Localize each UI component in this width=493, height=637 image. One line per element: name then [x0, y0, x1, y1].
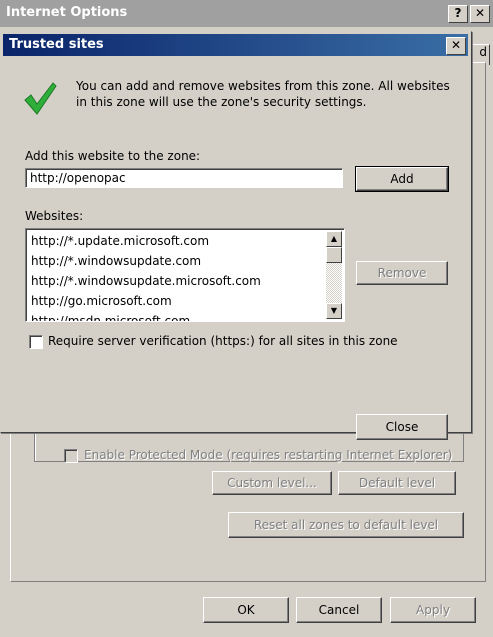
reset-all-zones-button[interactable]: Reset all zones to default level [228, 512, 464, 538]
default-level-button[interactable]: Default level [338, 471, 456, 495]
trusted-sites-close-x-button[interactable]: ✕ [446, 37, 466, 55]
list-item[interactable]: http://*.windowsupdate.com [31, 251, 321, 271]
list-item[interactable]: http://msdn.microsoft.com [31, 311, 321, 321]
trusted-sites-dialog: Trusted sites ✕ You can add and remove w… [0, 31, 472, 440]
enable-protected-mode-checkbox[interactable] [64, 449, 78, 463]
websites-list[interactable]: http://*.update.microsoft.com http://*.w… [25, 228, 345, 322]
require-verification-label: Require server verification (https:) for… [48, 334, 398, 348]
add-website-input[interactable] [25, 168, 343, 188]
internet-options-close-button[interactable]: ✕ [470, 5, 490, 23]
enable-protected-mode-label: Enable Protected Mode (requires restarti… [84, 448, 453, 462]
trusted-sites-titlebar: Trusted sites ✕ [3, 34, 468, 56]
custom-level-button[interactable]: Custom level... [212, 471, 332, 495]
websites-label: Websites: [25, 209, 84, 223]
cancel-button[interactable]: Cancel [296, 597, 382, 623]
websites-scrollbar[interactable]: ▲ ▼ [326, 231, 342, 319]
zone-info-text: You can add and remove websites from thi… [76, 79, 450, 109]
help-button[interactable]: ? [448, 5, 468, 23]
internet-options-title: Internet Options [6, 5, 128, 20]
list-item[interactable]: http://*.update.microsoft.com [31, 231, 321, 251]
ok-button[interactable]: OK [203, 597, 289, 623]
internet-options-titlebar: Internet Options ? ✕ [0, 0, 493, 27]
scroll-thumb[interactable] [326, 247, 342, 263]
close-button[interactable]: Close [356, 414, 448, 440]
apply-button[interactable]: Apply [390, 597, 476, 623]
add-website-label: Add this website to the zone: [25, 149, 201, 163]
scroll-down-icon[interactable]: ▼ [326, 303, 342, 319]
add-button[interactable]: Add [355, 166, 449, 192]
checkmark-icon [24, 82, 57, 115]
list-item[interactable]: http://go.microsoft.com [31, 291, 321, 311]
trusted-sites-title: Trusted sites [9, 37, 104, 52]
require-verification-checkbox[interactable] [29, 335, 43, 349]
remove-button[interactable]: Remove [356, 261, 448, 285]
list-item[interactable]: http://*.windowsupdate.microsoft.com [31, 271, 321, 291]
scroll-up-icon[interactable]: ▲ [326, 231, 342, 247]
